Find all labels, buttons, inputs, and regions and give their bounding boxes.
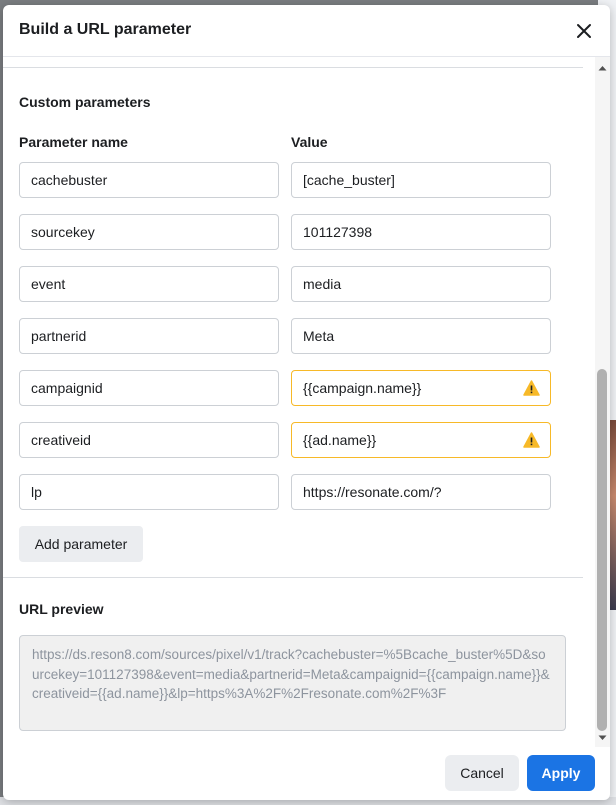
parameter-value-text: {{ad.name}}: [303, 432, 377, 448]
dialog-footer: Cancel Apply: [3, 747, 610, 800]
close-icon: [577, 24, 591, 38]
warning-icon: [523, 380, 540, 396]
parameter-value-input[interactable]: Meta: [291, 318, 551, 354]
parameter-value-input[interactable]: [cache_buster]: [291, 162, 551, 198]
warning-icon: [523, 432, 540, 448]
parameter-value-input[interactable]: media: [291, 266, 551, 302]
value-header: Value: [291, 134, 328, 150]
parameter-name-input[interactable]: event: [19, 266, 279, 302]
parameter-name-input[interactable]: campaignid: [19, 370, 279, 406]
parameter-name-input[interactable]: creativeid: [19, 422, 279, 458]
parameter-value-input-warning[interactable]: {{ad.name}}: [291, 422, 551, 458]
parameter-name-input[interactable]: lp: [19, 474, 279, 510]
apply-button[interactable]: Apply: [527, 755, 595, 791]
parameter-name-input[interactable]: sourcekey: [19, 214, 279, 250]
cancel-button[interactable]: Cancel: [445, 755, 519, 791]
url-preview-textarea[interactable]: https://ds.reson8.com/sources/pixel/v1/t…: [19, 635, 566, 731]
parameter-name-header: Parameter name: [19, 134, 128, 150]
url-preview-heading: URL preview: [19, 601, 104, 617]
parameter-name-input[interactable]: cachebuster: [19, 162, 279, 198]
scrollbar[interactable]: [595, 57, 610, 747]
divider: [3, 577, 583, 578]
parameter-value-input-warning[interactable]: {{campaign.name}}: [291, 370, 551, 406]
custom-parameters-heading: Custom parameters: [19, 94, 151, 110]
divider: [3, 67, 583, 68]
parameter-value-input[interactable]: https://resonate.com/?: [291, 474, 551, 510]
parameter-value-input[interactable]: 101127398: [291, 214, 551, 250]
dialog-body: Custom parameters Parameter name Value c…: [3, 57, 595, 742]
dialog-header: Build a URL parameter: [3, 5, 610, 57]
parameter-name-input[interactable]: partnerid: [19, 318, 279, 354]
parameter-value-text: {{campaign.name}}: [303, 380, 422, 396]
add-parameter-button[interactable]: Add parameter: [19, 526, 143, 562]
scroll-up-arrow-icon[interactable]: [598, 65, 607, 71]
scroll-down-arrow-icon[interactable]: [598, 735, 607, 741]
url-parameter-dialog: Build a URL parameter Custom parameters …: [3, 5, 610, 800]
scrollbar-thumb[interactable]: [597, 369, 607, 731]
close-button[interactable]: [572, 19, 596, 43]
dialog-title: Build a URL parameter: [19, 21, 192, 38]
